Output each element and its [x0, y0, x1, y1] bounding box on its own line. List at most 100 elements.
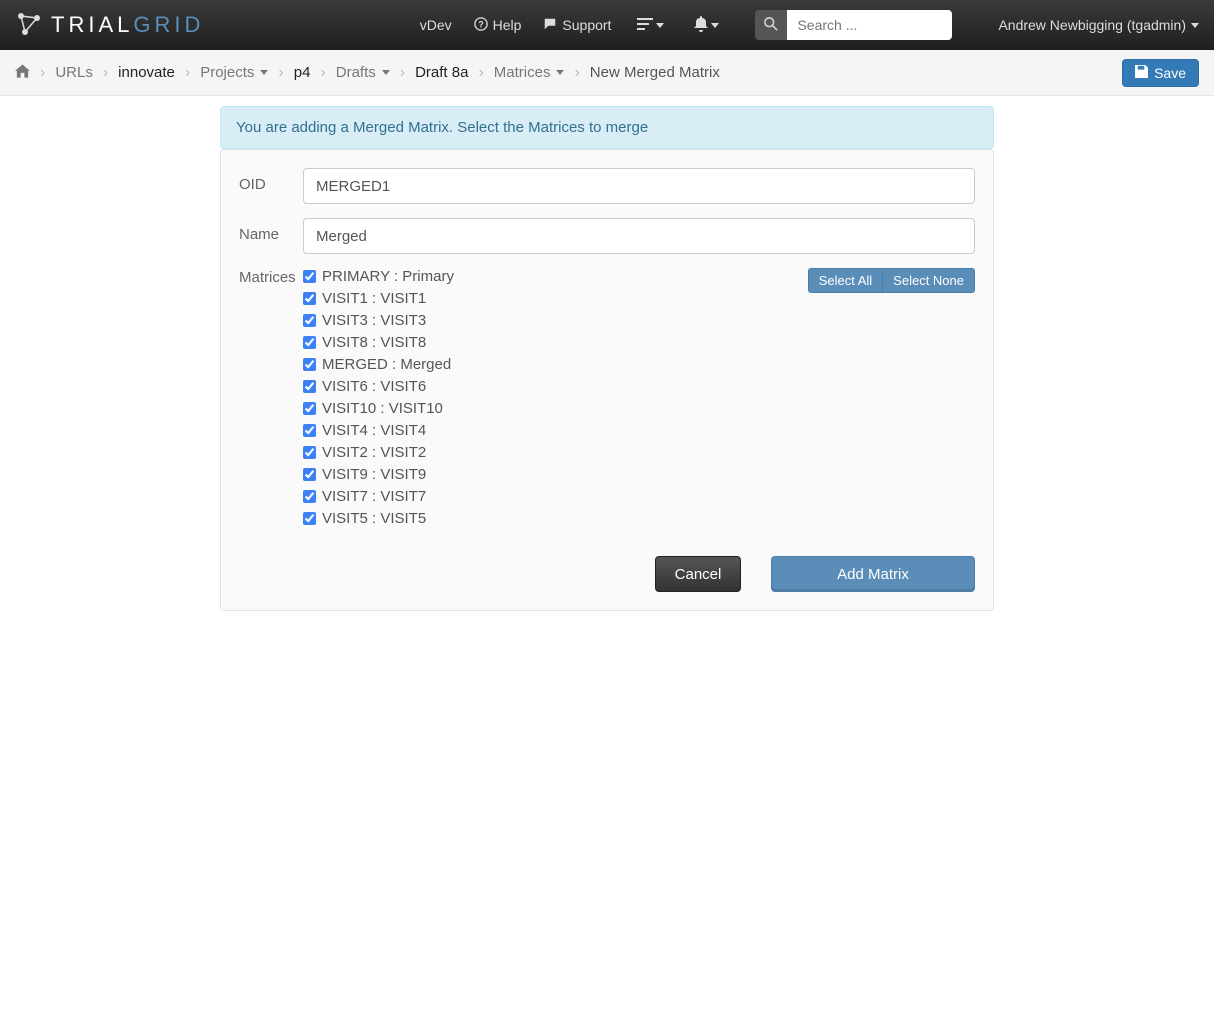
caret-down-icon [1191, 23, 1199, 28]
matrix-item: VISIT7 : VISIT7 [303, 488, 975, 505]
user-display: Andrew Newbigging (tgadmin) [998, 17, 1186, 33]
breadcrumb-bar: › URLs › innovate › Projects › p4 › Draf… [0, 50, 1214, 96]
matrix-item-label: VISIT5 : VISIT5 [322, 510, 426, 527]
select-all-button[interactable]: Select All [808, 268, 882, 293]
add-matrix-button[interactable]: Add Matrix [771, 556, 975, 592]
crumb-p4[interactable]: p4 [294, 64, 311, 81]
nav-support[interactable]: Support [543, 17, 611, 34]
search-wrap [755, 10, 952, 40]
crumb-separator: › [185, 64, 190, 82]
nav-items: vDev ? Help Support [420, 10, 1199, 40]
matrix-checkbox[interactable] [303, 490, 316, 503]
bell-icon [694, 16, 708, 35]
info-alert: You are adding a Merged Matrix. Select t… [220, 106, 994, 149]
crumb-separator: › [103, 64, 108, 82]
name-row: Name [239, 218, 975, 254]
crumb-current: New Merged Matrix [590, 64, 720, 81]
crumb-projects[interactable]: Projects [200, 64, 268, 81]
matrix-item: VISIT8 : VISIT8 [303, 334, 975, 351]
svg-text:?: ? [478, 19, 483, 29]
matrix-item-label: VISIT7 : VISIT7 [322, 488, 426, 505]
nav-help-label: Help [493, 17, 522, 33]
matrix-item-label: PRIMARY : Primary [322, 268, 454, 285]
caret-down-icon [260, 70, 268, 75]
save-icon [1135, 65, 1148, 81]
nav-notifications[interactable] [690, 16, 723, 35]
user-menu[interactable]: Andrew Newbigging (tgadmin) [998, 17, 1199, 33]
search-button[interactable] [755, 10, 787, 40]
crumb-separator: › [320, 64, 325, 82]
nav-help[interactable]: ? Help [474, 17, 522, 34]
crumb-urls[interactable]: URLs [55, 64, 93, 81]
crumb-separator: › [478, 64, 483, 82]
matrix-item: VISIT5 : VISIT5 [303, 510, 975, 527]
nav-support-label: Support [562, 17, 611, 33]
matrix-checkbox[interactable] [303, 314, 316, 327]
crumb-drafts[interactable]: Drafts [336, 64, 390, 81]
matrix-item-label: VISIT4 : VISIT4 [322, 422, 426, 439]
nav-vdev[interactable]: vDev [420, 17, 452, 33]
matrix-item: VISIT4 : VISIT4 [303, 422, 975, 439]
matrix-item-label: VISIT1 : VISIT1 [322, 290, 426, 307]
name-input[interactable] [303, 218, 975, 254]
chat-icon [543, 17, 557, 34]
crumb-separator: › [278, 64, 283, 82]
crumb-innovate[interactable]: innovate [118, 64, 175, 81]
action-row: Cancel Add Matrix [239, 556, 975, 592]
crumb-separator: › [400, 64, 405, 82]
matrices-label: Matrices [239, 268, 303, 532]
home-icon [15, 64, 30, 82]
matrix-checkbox[interactable] [303, 512, 316, 525]
crumb-matrices-label: Matrices [494, 64, 551, 81]
form-panel: OID Name Matrices Select All Select None… [220, 149, 994, 611]
matrix-checkbox[interactable] [303, 446, 316, 459]
caret-down-icon [556, 70, 564, 75]
nav-list-menu[interactable] [633, 17, 668, 34]
matrix-checkbox[interactable] [303, 270, 316, 283]
caret-down-icon [711, 23, 719, 28]
crumb-separator: › [574, 64, 579, 82]
matrix-checkbox[interactable] [303, 468, 316, 481]
matrix-checkbox[interactable] [303, 292, 316, 305]
crumb-separator: › [40, 64, 45, 82]
cancel-button[interactable]: Cancel [655, 556, 741, 592]
caret-down-icon [656, 23, 664, 28]
name-label: Name [239, 218, 303, 254]
help-icon: ? [474, 17, 488, 34]
oid-input[interactable] [303, 168, 975, 204]
matrix-item: VISIT10 : VISIT10 [303, 400, 975, 417]
matrix-checkbox[interactable] [303, 380, 316, 393]
crumb-projects-label: Projects [200, 64, 254, 81]
main-container: You are adding a Merged Matrix. Select t… [220, 106, 994, 611]
search-input[interactable] [787, 10, 952, 40]
brand-logo[interactable]: TRIALGRID [15, 10, 204, 41]
search-icon [764, 17, 778, 34]
list-icon [637, 17, 653, 34]
breadcrumb: › URLs › innovate › Projects › p4 › Draf… [15, 64, 1122, 82]
crumb-home[interactable] [15, 64, 30, 82]
matrix-item-label: VISIT8 : VISIT8 [322, 334, 426, 351]
matrices-list: Select All Select None PRIMARY : Primary… [303, 268, 975, 532]
matrix-checkbox[interactable] [303, 402, 316, 415]
crumb-matrices[interactable]: Matrices [494, 64, 565, 81]
crumb-draft8a[interactable]: Draft 8a [415, 64, 468, 81]
matrix-item-label: VISIT2 : VISIT2 [322, 444, 426, 461]
oid-label: OID [239, 168, 303, 204]
caret-down-icon [382, 70, 390, 75]
matrix-checkbox[interactable] [303, 336, 316, 349]
matrix-item: VISIT6 : VISIT6 [303, 378, 975, 395]
matrix-checkbox[interactable] [303, 358, 316, 371]
save-button[interactable]: Save [1122, 59, 1199, 87]
matrix-item-label: VISIT6 : VISIT6 [322, 378, 426, 395]
select-none-button[interactable]: Select None [882, 268, 975, 293]
matrix-item: VISIT9 : VISIT9 [303, 466, 975, 483]
save-label: Save [1154, 65, 1186, 81]
matrix-item: VISIT2 : VISIT2 [303, 444, 975, 461]
matrix-checkbox[interactable] [303, 424, 316, 437]
matrices-row: Matrices Select All Select None PRIMARY … [239, 268, 975, 532]
matrix-item-label: VISIT3 : VISIT3 [322, 312, 426, 329]
top-navbar: TRIALGRID vDev ? Help Support [0, 0, 1214, 50]
crumb-drafts-label: Drafts [336, 64, 376, 81]
select-buttons: Select All Select None [808, 268, 975, 293]
logo-text: TRIALGRID [51, 12, 204, 38]
